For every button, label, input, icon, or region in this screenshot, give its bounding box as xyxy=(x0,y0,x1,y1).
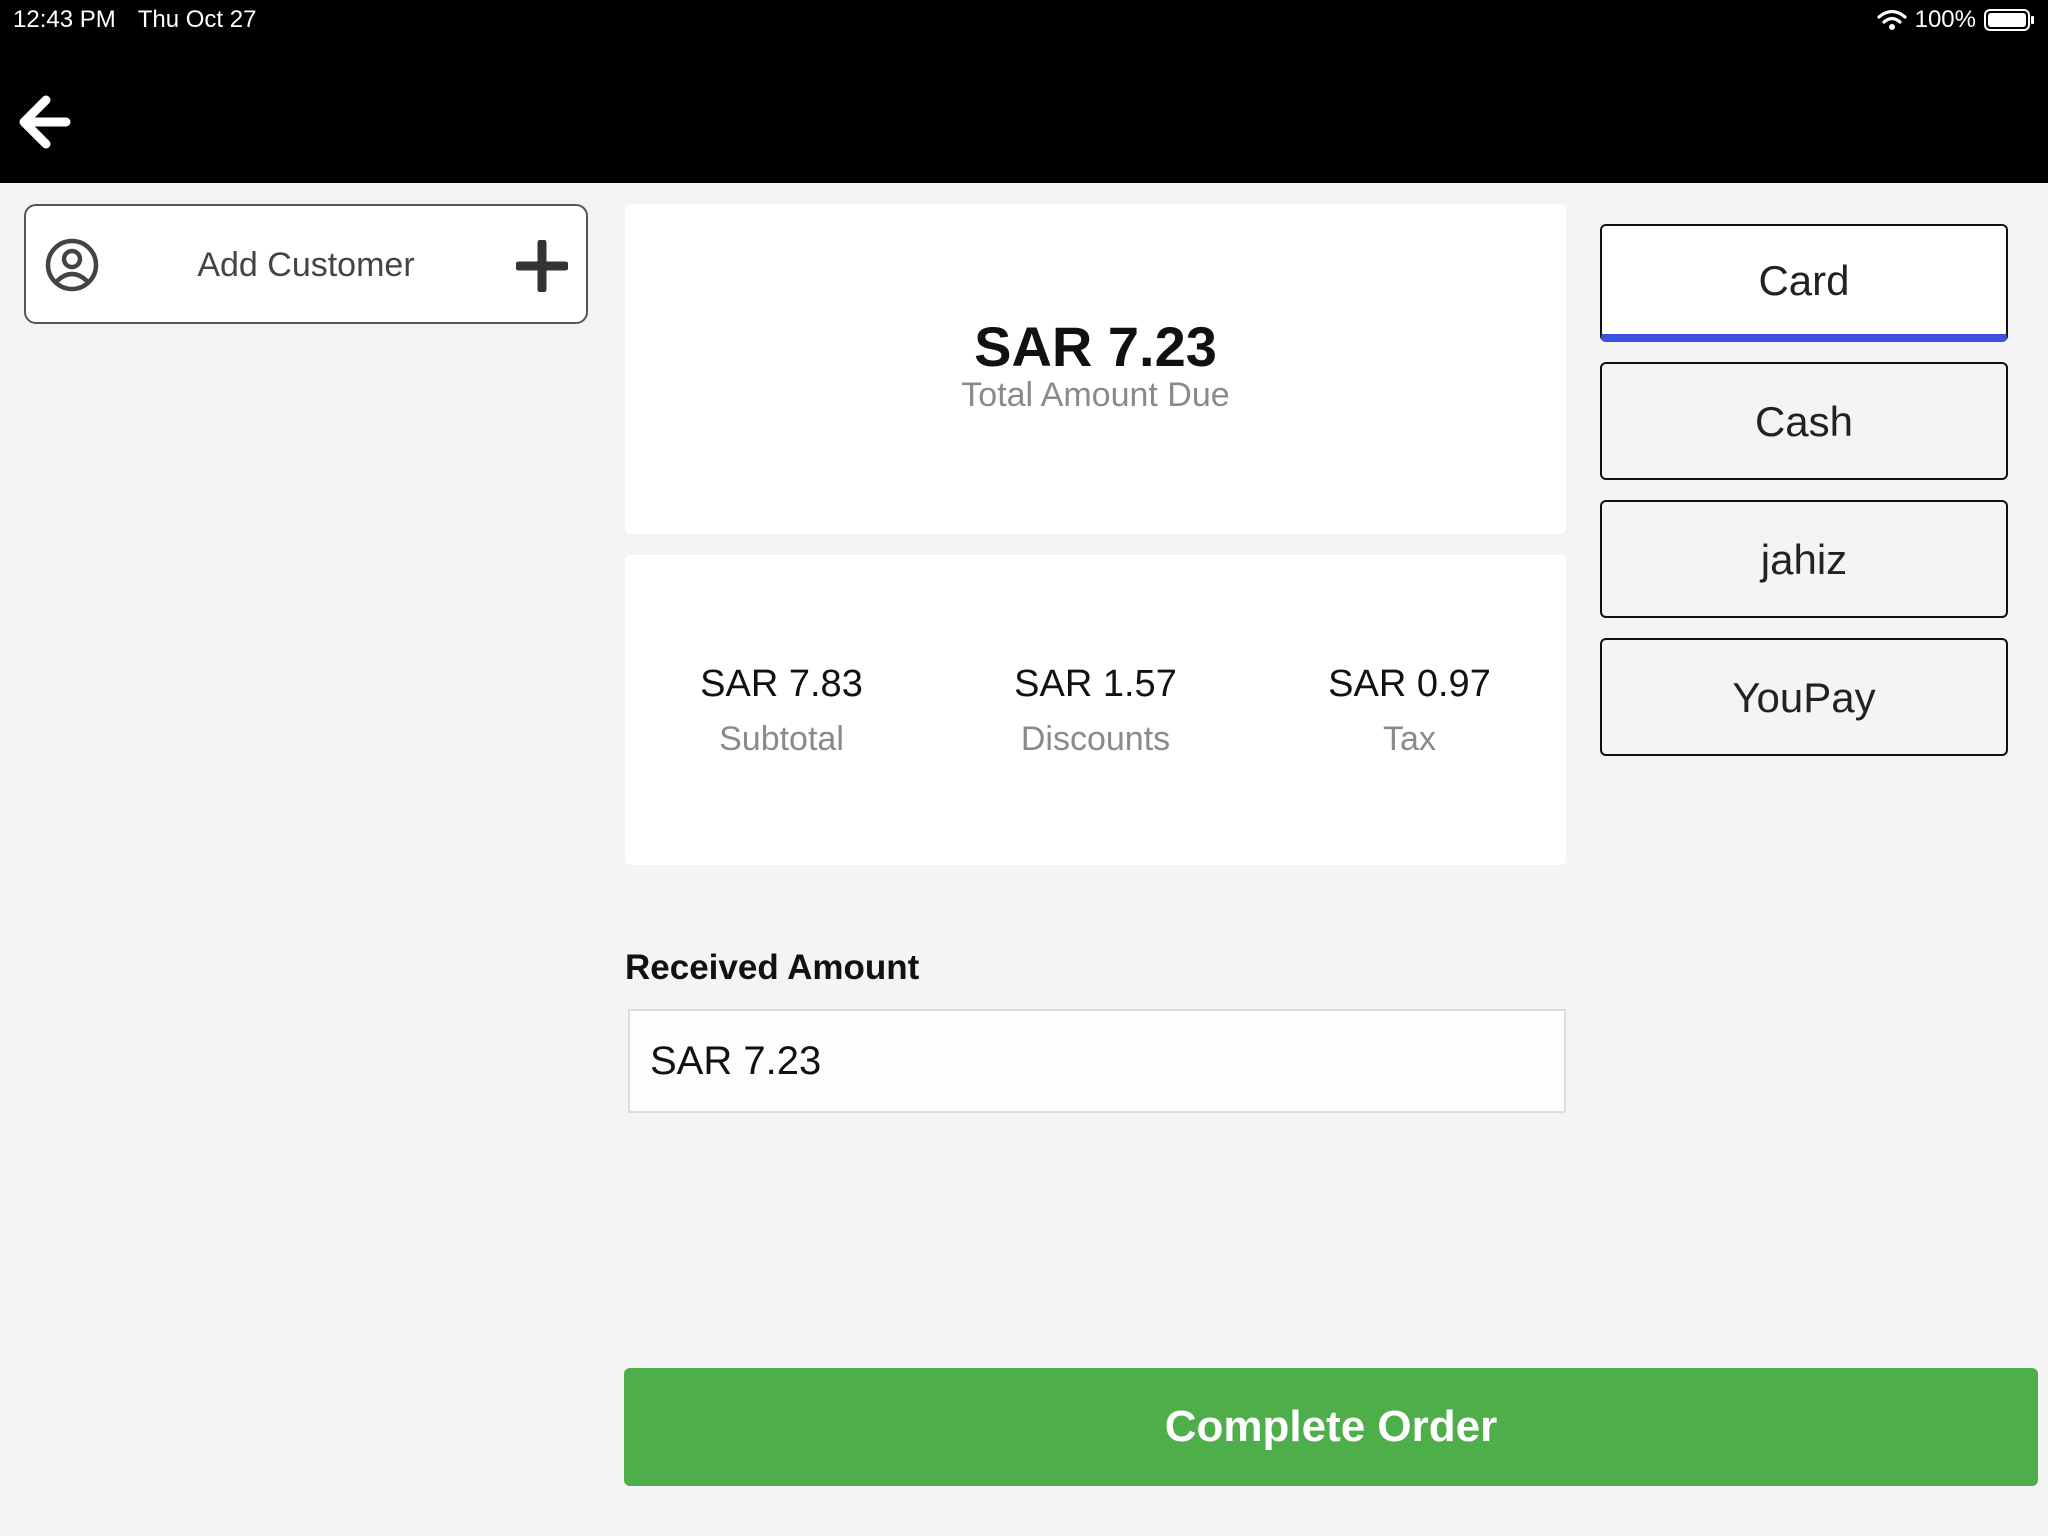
discounts-stat: SAR 1.57 Discounts xyxy=(939,663,1252,759)
battery-percent: 100% xyxy=(1914,6,1976,33)
payment-card-button[interactable]: Card xyxy=(1600,224,2008,342)
payment-youpay-button[interactable]: YouPay xyxy=(1600,638,2008,756)
status-time: 12:43 PM xyxy=(13,6,116,33)
status-date: Thu Oct 27 xyxy=(137,6,257,33)
add-customer-button[interactable]: Add Customer xyxy=(24,204,588,324)
subtotal-stat: SAR 7.83 Subtotal xyxy=(625,663,938,759)
complete-order-button[interactable]: Complete Order xyxy=(624,1368,2038,1486)
tax-label: Tax xyxy=(1383,720,1436,758)
nav-bar xyxy=(0,40,2048,183)
total-amount: SAR 7.23 xyxy=(974,315,1217,378)
add-customer-label: Add Customer xyxy=(197,246,415,284)
battery-icon xyxy=(1984,9,2034,31)
status-bar: 12:43 PM Thu Oct 27 100% xyxy=(0,0,2048,40)
payment-jahiz-button[interactable]: jahiz xyxy=(1600,500,2008,618)
total-label: Total Amount Due xyxy=(961,376,1230,414)
received-amount-input[interactable] xyxy=(628,1009,1566,1113)
status-right: 100% xyxy=(1877,6,2036,34)
arrow-left-icon xyxy=(19,95,71,149)
subtotal-value: SAR 7.83 xyxy=(700,663,863,705)
plus-icon[interactable] xyxy=(516,240,568,292)
discounts-value: SAR 1.57 xyxy=(1014,663,1177,705)
wifi-icon xyxy=(1877,9,1907,30)
back-button[interactable] xyxy=(14,88,84,158)
discounts-label: Discounts xyxy=(1020,720,1171,758)
tax-value: SAR 0.97 xyxy=(1328,663,1491,705)
breakdown-card: SAR 7.83 Subtotal SAR 1.57 Discounts SAR… xyxy=(625,555,1566,865)
received-amount-label: Received Amount xyxy=(625,948,920,987)
total-card: SAR 7.23 Total Amount Due xyxy=(625,204,1566,534)
tax-stat: SAR 0.97 Tax xyxy=(1253,663,1566,759)
payment-cash-button[interactable]: Cash xyxy=(1600,362,2008,480)
status-left: 12:43 PM Thu Oct 27 xyxy=(13,6,256,34)
subtotal-label: Subtotal xyxy=(719,720,844,758)
